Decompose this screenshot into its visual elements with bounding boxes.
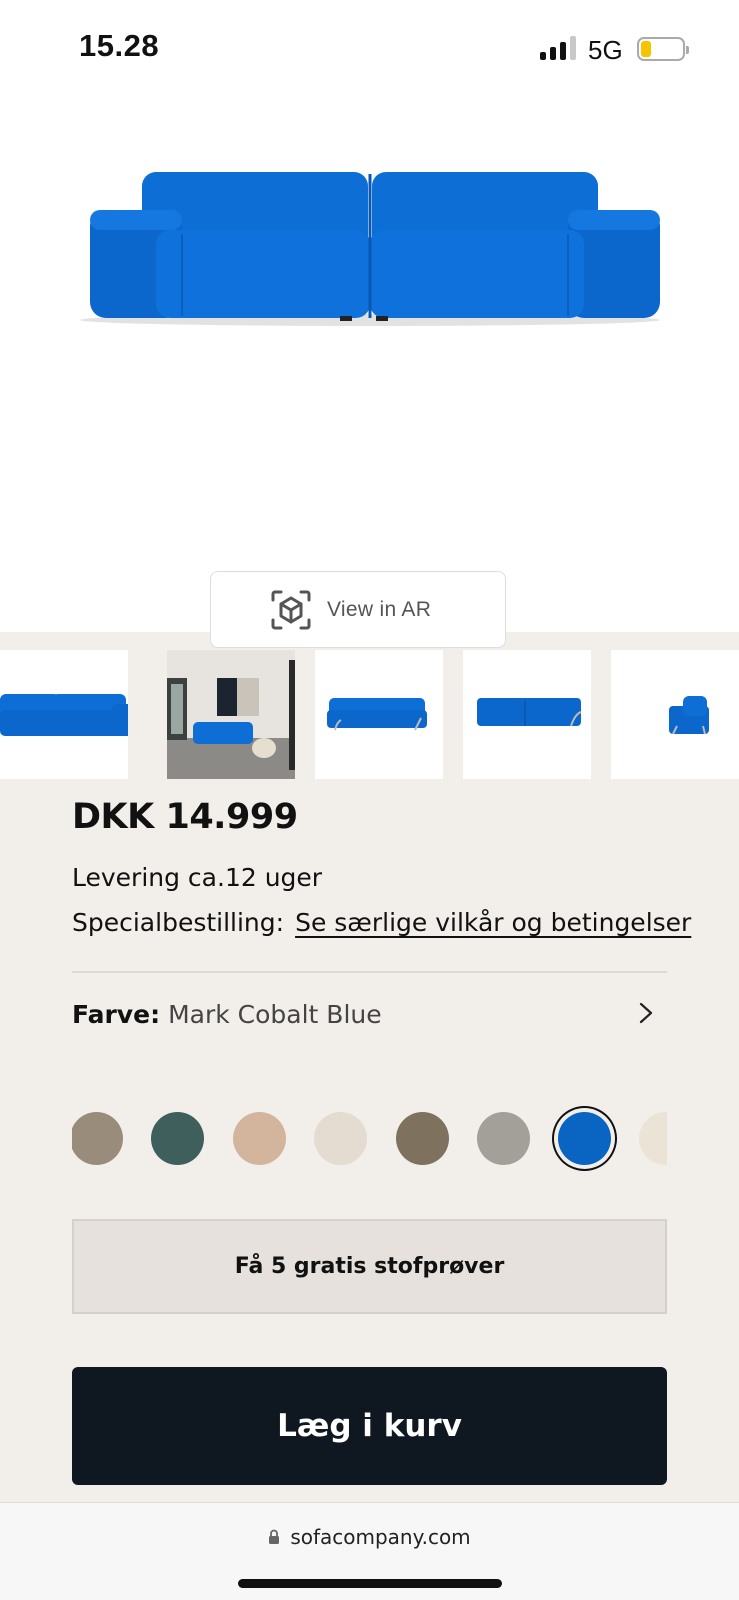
product-hero: View in AR	[0, 100, 739, 648]
battery-icon	[637, 37, 689, 61]
free-samples-button[interactable]: Få 5 gratis stofprøver	[72, 1219, 667, 1314]
terms-link[interactable]: Se særlige vilkår og betingelser	[295, 908, 691, 937]
view-in-ar-button[interactable]: View in AR	[210, 571, 506, 648]
home-indicator[interactable]	[238, 1579, 502, 1588]
add-to-cart-button[interactable]: Læg i kurv	[72, 1367, 667, 1485]
color-selector[interactable]: Farve: Mark Cobalt Blue	[72, 994, 667, 1034]
network-type: 5G	[588, 35, 623, 65]
thumbnail-sofa-living-room[interactable]	[167, 650, 295, 779]
color-swatches	[72, 1105, 667, 1175]
divider	[72, 971, 667, 973]
signal-icon	[540, 36, 580, 60]
chevron-right-icon	[639, 1002, 653, 1024]
ar-button-label: View in AR	[327, 597, 432, 621]
lock-icon	[269, 1529, 280, 1544]
swatch-dark-green[interactable]	[151, 1112, 204, 1165]
thumbnail-sofa-angle-view[interactable]	[315, 650, 443, 779]
status-bar: 15.28 5G	[0, 0, 739, 100]
swatch-cobalt-blue[interactable]	[558, 1112, 611, 1165]
url-text: sofacompany.com	[290, 1525, 471, 1549]
status-time: 15.28	[79, 28, 160, 63]
thumbnail-carousel[interactable]	[0, 650, 739, 779]
thumbnail-sofa-side-view[interactable]	[611, 650, 739, 779]
swatch-light-beige[interactable]	[314, 1112, 367, 1165]
swatch-cream[interactable]	[639, 1112, 667, 1165]
thumbnail-sofa-back-view[interactable]	[463, 650, 591, 779]
color-label: Farve:	[72, 999, 161, 1029]
product-price: DKK 14.999	[72, 797, 298, 837]
ar-cube-icon	[271, 590, 311, 629]
swatch-sand[interactable]	[233, 1112, 286, 1165]
color-value: Mark Cobalt Blue	[168, 999, 382, 1029]
sofa-image[interactable]	[70, 130, 670, 330]
swatch-taupe[interactable]	[72, 1112, 123, 1165]
swatch-stone-grey[interactable]	[477, 1112, 530, 1165]
special-order-label: Specialbestilling:	[72, 908, 285, 937]
thumbnail-sofa-front-view[interactable]	[0, 650, 128, 779]
browser-url-bar[interactable]: sofacompany.com	[0, 1502, 739, 1600]
swatch-brown-grey[interactable]	[396, 1112, 449, 1165]
url-display[interactable]: sofacompany.com	[0, 1525, 739, 1549]
delivery-time: Levering ca.12 uger	[72, 863, 323, 892]
special-order-row: Specialbestilling: Se særlige vilkår og …	[72, 908, 691, 937]
